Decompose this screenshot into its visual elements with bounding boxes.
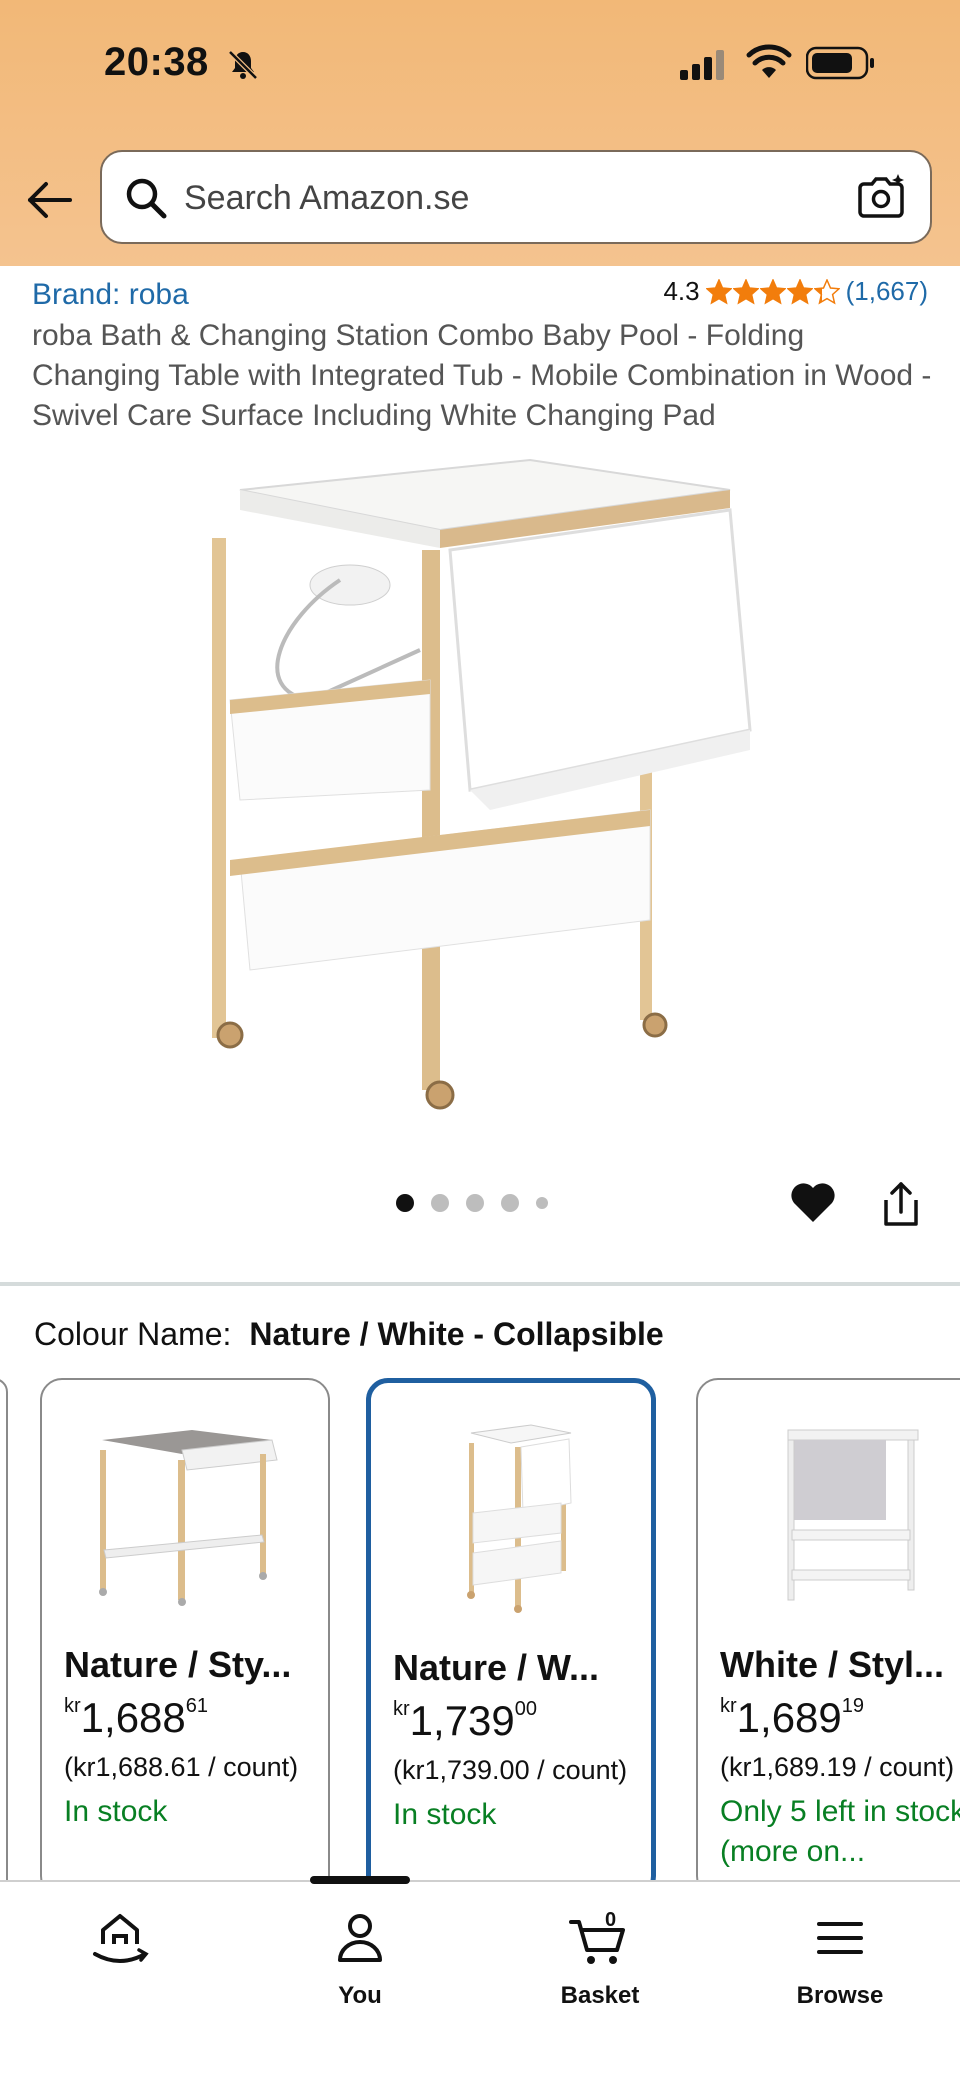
variant-stock-status: Only 5 left in stock (more on...	[720, 1795, 960, 1868]
nav-label: You	[338, 1982, 382, 2009]
back-arrow-icon[interactable]	[22, 172, 78, 228]
nav-browse[interactable]: Browse	[750, 1904, 930, 2034]
star-icon	[786, 278, 813, 305]
star-icon	[705, 278, 732, 305]
variant-name: White / Styl...	[720, 1644, 945, 1685]
rating-value: 4.3	[663, 276, 700, 306]
variant-stock-status: In stock	[64, 1795, 168, 1828]
bottom-nav: You 0 Basket Browse	[0, 1876, 960, 2081]
pager-dot[interactable]	[501, 1194, 519, 1212]
pager-dot[interactable]	[431, 1194, 449, 1212]
variant-price: kr1,73900	[393, 1697, 538, 1744]
wifi-icon	[746, 44, 792, 78]
pager-dot[interactable]	[536, 1197, 548, 1209]
rating-count-link[interactable]: (1,667)	[846, 276, 928, 307]
person-icon	[338, 1914, 382, 1962]
basket-count: 0	[605, 1909, 616, 1931]
home-icon	[93, 1914, 149, 1963]
star-icon	[813, 278, 840, 305]
search-icon[interactable]	[122, 174, 170, 222]
image-pager[interactable]	[396, 1194, 548, 1212]
product-title: roba Bath & Changing Station Combo Baby …	[32, 319, 932, 432]
colour-label: Colour Name:	[34, 1316, 232, 1352]
active-tab-indicator	[310, 1876, 410, 1884]
variant-thumbnail	[787, 1429, 919, 1601]
search-input[interactable]	[184, 172, 784, 224]
variant-card-partial[interactable]	[0, 1378, 8, 1898]
nav-label: Basket	[560, 1982, 640, 2009]
product-image[interactable]	[190, 450, 770, 1110]
brand-link[interactable]: Brand: roba	[32, 278, 189, 312]
star-icon	[732, 278, 759, 305]
variant-thumbnail	[467, 1424, 572, 1613]
variant-price: kr1,68861	[64, 1694, 209, 1741]
star-rating	[705, 278, 840, 305]
header: 20:38	[0, 0, 960, 266]
variant-unit-price: (kr1,739.00 / count)	[393, 1755, 628, 1785]
nav-label: Browse	[796, 1982, 884, 2009]
variant-name: Nature / W...	[393, 1647, 600, 1688]
variant-unit-price: (kr1,689.19 / count)	[720, 1752, 955, 1782]
search-bar[interactable]	[100, 150, 932, 244]
variant-card[interactable]: White / Styl... kr1,68919 (kr1,689.19 / …	[696, 1378, 960, 1898]
nav-home[interactable]	[30, 1904, 210, 2034]
variant-name: Nature / Sty...	[64, 1644, 292, 1685]
section-divider	[0, 1282, 960, 1286]
camera-lens-icon[interactable]	[854, 170, 908, 224]
pager-dot[interactable]	[466, 1194, 484, 1212]
cellular-signal-icon	[680, 50, 724, 80]
nav-basket[interactable]: 0 Basket	[510, 1904, 690, 2034]
status-time: 20:38	[104, 40, 209, 84]
basket-icon: 0	[569, 1909, 625, 1964]
variant-card-selected[interactable]: Nature / W... kr1,73900 (kr1,739.00 / co…	[366, 1378, 656, 1898]
rating-summary[interactable]: 4.3 (1,667)	[663, 276, 928, 307]
variant-price: kr1,68919	[720, 1694, 865, 1741]
variant-stock-status: In stock	[393, 1798, 497, 1831]
share-icon[interactable]	[878, 1180, 924, 1230]
colour-name-row: Colour Name: Nature / White - Collapsible	[34, 1316, 664, 1353]
menu-icon	[817, 1922, 863, 1954]
heart-icon[interactable]	[788, 1178, 838, 1228]
variant-unit-price: (kr1,688.61 / count)	[64, 1752, 299, 1782]
nav-you[interactable]: You	[270, 1904, 450, 2034]
star-icon	[759, 278, 786, 305]
pager-dot[interactable]	[396, 1194, 414, 1212]
variant-card[interactable]: Nature / Sty... kr1,68861 (kr1,688.61 / …	[40, 1378, 330, 1898]
battery-icon	[806, 46, 874, 80]
colour-selected-value: Nature / White - Collapsible	[249, 1316, 664, 1352]
variant-thumbnail	[99, 1430, 278, 1606]
bell-slash-icon	[228, 50, 258, 80]
